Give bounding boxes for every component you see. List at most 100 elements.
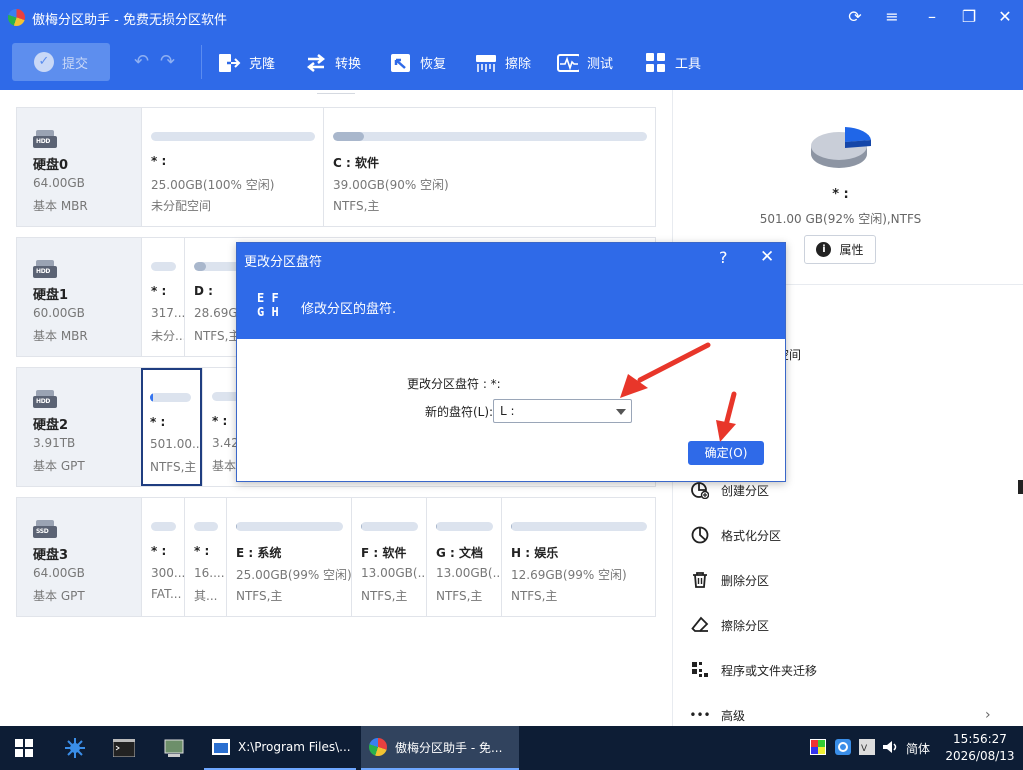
chevron-down-icon[interactable] [616,409,626,415]
partition-size: 25.00GB(99% 空闲) [236,568,351,582]
recover-button[interactable]: 恢复 [390,35,446,90]
speaker-icon[interactable] [882,739,898,755]
hdd-icon: HDD [33,390,57,408]
op-advanced[interactable]: ••• 高级 [689,706,745,724]
taskbar-app-label: X:\Program Files\... [238,740,351,754]
partition-block[interactable]: * : 300.... FAT... [141,498,184,616]
partition-fs: NTFS,主 [511,589,558,603]
system-tool-icon[interactable] [161,726,187,770]
partition-block[interactable]: * : 317.... 未分... [141,238,184,356]
partition-size: 25.00GB(100% 空闲) [151,178,275,192]
clone-icon [219,52,241,74]
op-label: 擦除分区 [721,618,770,633]
disk-name: 硬盘0 [33,158,69,173]
disk-type: 基本 GPT [33,589,85,603]
usage-bar [333,132,647,141]
help-icon[interactable]: ? [719,248,728,267]
terminal-icon[interactable] [112,726,136,770]
refresh-icon[interactable]: ⟳ [843,5,867,29]
convert-button[interactable]: 转换 [305,35,361,90]
system-clock[interactable]: 15:56:27 2026/08/13 [940,731,1020,765]
start-button[interactable] [12,726,36,770]
partition-block[interactable]: F : 软件 13.00GB(... NTFS,主 [351,498,426,616]
properties-button[interactable]: i 属性 [804,235,876,264]
op-format-partition[interactable]: 格式化分区 [691,526,781,544]
partition-size: 16.... [194,566,225,580]
disk-info[interactable]: SSD 硬盘3 64.00GB 基本 GPT [17,498,141,616]
partition-block[interactable]: E : 系统 25.00GB(99% 空闲) NTFS,主 [226,498,351,616]
close-icon[interactable]: ✕ [993,5,1017,29]
disk-info[interactable]: HDD 硬盘1 60.00GB 基本 MBR [17,238,141,356]
undo-icon[interactable]: ↶ [134,51,149,72]
taskbar-app-label: 傲梅分区助手 - 免... [395,740,503,755]
disk-info[interactable]: HDD 硬盘2 3.91TB 基本 GPT [17,368,141,486]
clock-time: 15:56:27 [953,732,1007,746]
partition-block[interactable]: * : 25.00GB(100% 空闲) 未分配空间 [141,108,323,226]
op-app-migration[interactable]: 程序或文件夹迁移 [691,661,817,679]
toolbar: ✓ 提交 ↶ ↷ 克隆 转换 恢复 擦除 测试 工具 [0,35,1023,90]
test-button[interactable]: 测试 [557,35,613,90]
disk-row[interactable]: SSD 硬盘3 64.00GB 基本 GPT * : 300.... FAT..… [16,497,656,617]
new-letter-select[interactable]: L : [493,399,632,423]
usage-bar [194,522,218,531]
restore-icon[interactable]: ❐ [957,5,981,29]
partition-block[interactable]: * : 16.... 其... [184,498,226,616]
wipe-button[interactable]: 擦除 [475,35,531,90]
change-drive-letter-dialog: 更改分区盘符 ? ✕ E FG H 修改分区的盘符. 更改分区盘符 : *: 新… [236,242,786,482]
taskbar-app-explorer[interactable]: X:\Program Files\... [204,726,356,770]
partition-size: 12.69GB(99% 空闲) [511,568,627,582]
submit-button[interactable]: ✓ 提交 [12,43,110,81]
disk-type: 基本 MBR [33,199,88,213]
dialog-title: 更改分区盘符 [244,255,323,270]
input-method-indicator[interactable]: 简体 [906,740,930,757]
tools-button[interactable]: 工具 [645,35,701,90]
menu-icon[interactable]: ≡ [880,5,904,29]
scrollbar[interactable] [1018,480,1023,494]
dialog-close-icon[interactable]: ✕ [760,247,774,267]
disk-name: 硬盘2 [33,418,69,433]
taskbar-app-partition-assistant[interactable]: 傲梅分区助手 - 免... [361,726,519,770]
disk-name: 硬盘3 [33,548,69,563]
disk-row[interactable]: HDD 硬盘0 64.00GB 基本 MBR * : 25.00GB(100% … [16,107,656,227]
clone-button[interactable]: 克隆 [219,35,275,90]
op-create-partition[interactable]: 创建分区 [691,481,769,499]
test-icon [557,52,579,74]
ok-button[interactable]: 确定(O) [688,441,764,465]
svg-text:V: V [861,744,868,754]
usage-bar [150,393,191,402]
op-wipe-partition[interactable]: 擦除分区 [691,616,769,634]
disk-info[interactable]: HDD 硬盘0 64.00GB 基本 MBR [17,108,141,226]
partition-block[interactable]: H : 娱乐 12.69GB(99% 空闲) NTFS,主 [501,498,655,616]
partition-pie-chart [811,127,871,168]
usage-bar [361,522,418,531]
partition-size: 13.00GB(... [361,566,426,580]
partition-block-selected[interactable]: * : 501.00... NTFS,主 [141,368,202,486]
minimize-icon[interactable]: – [920,5,944,29]
partition-name: * : [151,544,167,558]
disk-size: 3.91TB [33,436,76,450]
partition-fs: NTFS,主 [194,329,241,343]
partition-fs: 未分配空间 [151,199,212,213]
shield-icon[interactable] [835,739,851,755]
chevron-right-icon[interactable]: › [985,707,991,723]
tools-label: 工具 [675,57,702,72]
partition-name: C : 软件 [333,156,379,170]
color-tray-icon[interactable] [810,739,826,755]
partition-block[interactable]: C : 软件 39.00GB(90% 空闲) NTFS,主 [323,108,655,226]
test-label: 测试 [587,57,614,72]
redo-icon[interactable]: ↷ [160,51,175,72]
op-label: 程序或文件夹迁移 [721,663,818,678]
partition-block[interactable]: G : 文档 13.00GB(... NTFS,主 [426,498,501,616]
format-partition-icon [691,526,709,544]
eraser-icon [691,616,709,634]
app-logo-icon [8,9,25,26]
partition-name: D : [194,284,213,298]
partition-name: * : [151,284,167,298]
tools-icon [645,52,667,74]
wipe-label: 擦除 [505,57,532,72]
op-delete-partition[interactable]: 删除分区 [691,571,769,589]
partition-name: * : [150,415,166,429]
usage-bar [151,522,176,531]
network-tool-icon[interactable] [63,726,87,770]
vm-tray-icon[interactable]: V [859,739,875,755]
